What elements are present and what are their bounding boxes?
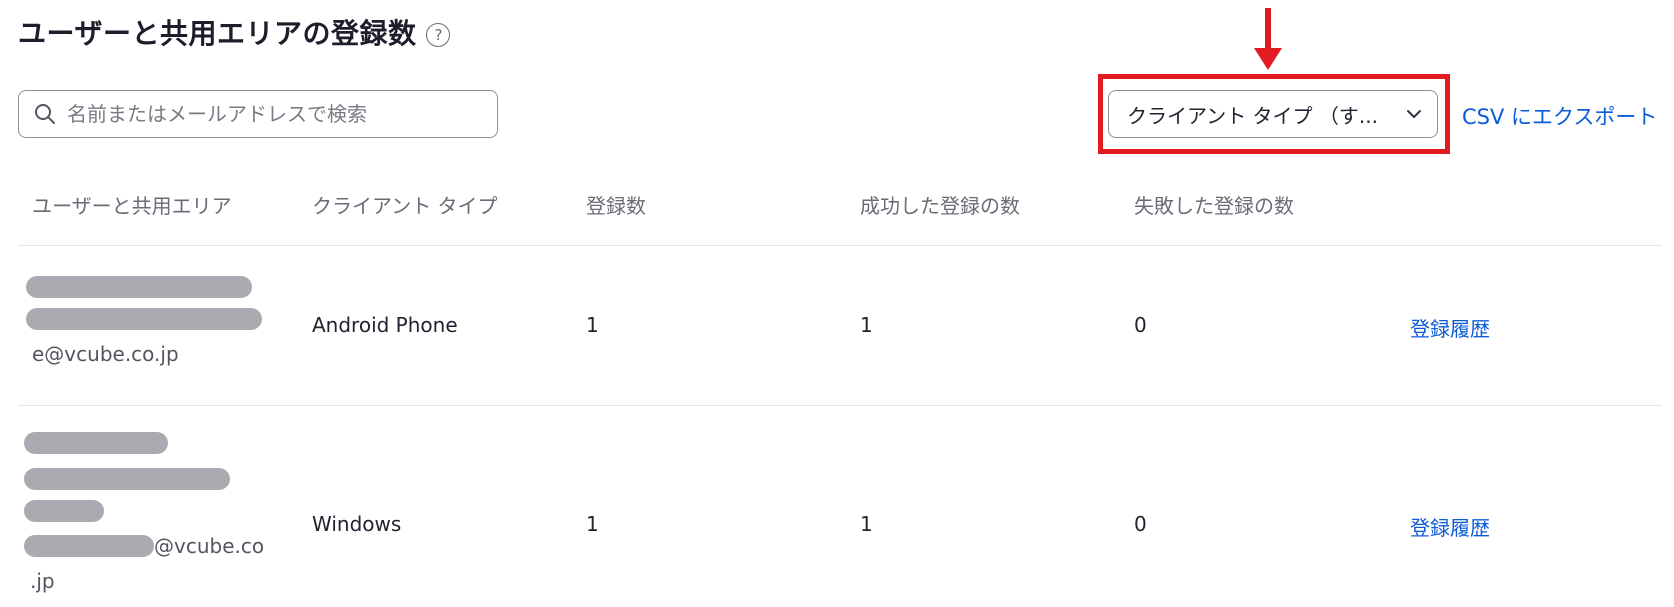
column-header-client-type[interactable]: クライアント タイプ: [312, 190, 498, 219]
export-csv-link[interactable]: CSV にエクスポート: [1462, 101, 1657, 131]
search-icon: [35, 104, 55, 124]
title-row: ユーザーと共用エリアの登録数 ?: [18, 12, 451, 52]
page: ユーザーと共用エリアの登録数 ? クライアント タイプ （す... CSV にエ…: [0, 0, 1674, 607]
failed-cell: 0: [1134, 313, 1147, 337]
redacted-text: [24, 468, 230, 490]
client-type-cell: Android Phone: [312, 313, 458, 337]
registration-history-link[interactable]: 登録履歴: [1410, 512, 1490, 541]
registrations-table: ユーザーと共用エリア クライアント タイプ 登録数 成功した登録の数 失敗した登…: [18, 170, 1662, 606]
redacted-text: [24, 432, 168, 454]
successful-cell: 1: [860, 313, 873, 337]
redacted-text: [26, 308, 262, 330]
column-header-user[interactable]: ユーザーと共用エリア: [32, 190, 232, 219]
column-header-registrations[interactable]: 登録数: [586, 190, 646, 219]
registration-history-link[interactable]: 登録履歴: [1410, 313, 1490, 342]
redacted-text: [24, 500, 104, 522]
user-email: @vcube.co: [154, 534, 265, 558]
table-row: e@vcube.co.jp Android Phone 1 1 0 登録履歴: [18, 246, 1662, 406]
client-type-filter-label: クライアント タイプ （す...: [1127, 103, 1378, 128]
chevron-down-icon: [1407, 110, 1421, 118]
failed-cell: 0: [1134, 512, 1147, 536]
page-title: ユーザーと共用エリアの登録数: [18, 17, 417, 50]
search-box[interactable]: [18, 90, 498, 138]
successful-cell: 1: [860, 512, 873, 536]
annotation-arrow: [1254, 8, 1282, 70]
registrations-cell: 1: [586, 512, 599, 536]
redacted-text: [26, 276, 252, 298]
client-type-filter-dropdown[interactable]: クライアント タイプ （す...: [1108, 90, 1438, 138]
table-header: ユーザーと共用エリア クライアント タイプ 登録数 成功した登録の数 失敗した登…: [18, 170, 1662, 246]
user-cell: @vcube.co .jp: [24, 406, 286, 606]
column-header-failed[interactable]: 失敗した登録の数: [1134, 190, 1294, 219]
column-header-successful[interactable]: 成功した登録の数: [860, 190, 1020, 219]
help-icon[interactable]: ?: [426, 23, 451, 47]
table-row: @vcube.co .jp Windows 1 1 0 登録履歴: [18, 406, 1662, 606]
user-cell: e@vcube.co.jp: [26, 246, 286, 405]
redacted-text: [24, 535, 154, 557]
search-input[interactable]: [67, 102, 487, 126]
registrations-cell: 1: [586, 313, 599, 337]
user-email-continued: .jp: [30, 569, 55, 593]
user-email: e@vcube.co.jp: [32, 342, 179, 366]
client-type-cell: Windows: [312, 512, 402, 536]
